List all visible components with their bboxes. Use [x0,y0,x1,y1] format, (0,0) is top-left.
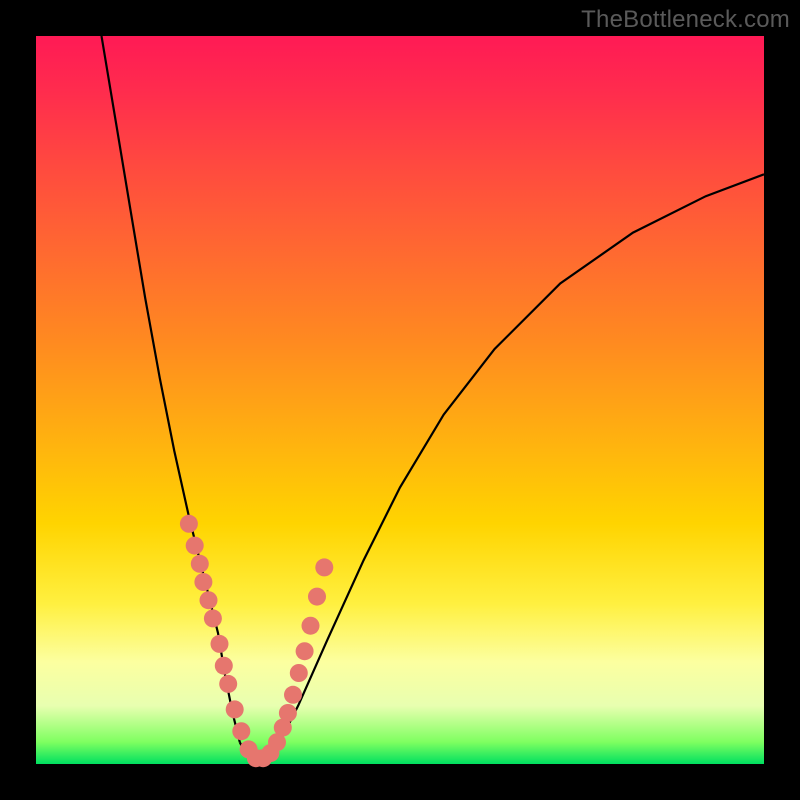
watermark-text: TheBottleneck.com [581,6,790,34]
marker-dot [226,700,244,718]
marker-dot [302,617,320,635]
chart-svg [0,0,800,800]
marker-dot [211,635,229,653]
marker-dot [191,555,209,573]
dots-group [180,515,333,767]
marker-dot [194,573,212,591]
curve-group [102,36,765,760]
marker-dot [296,642,314,660]
marker-dot [215,657,233,675]
chart-frame: TheBottleneck.com [0,0,800,800]
curve-right-branch [276,174,764,749]
marker-dot [315,558,333,576]
marker-dot [279,704,297,722]
marker-dot [186,537,204,555]
marker-dot [204,609,222,627]
marker-dot [290,664,308,682]
marker-dot [232,722,250,740]
marker-dot [200,591,218,609]
marker-dot [284,686,302,704]
marker-dot [308,588,326,606]
marker-dot [219,675,237,693]
marker-dot [180,515,198,533]
